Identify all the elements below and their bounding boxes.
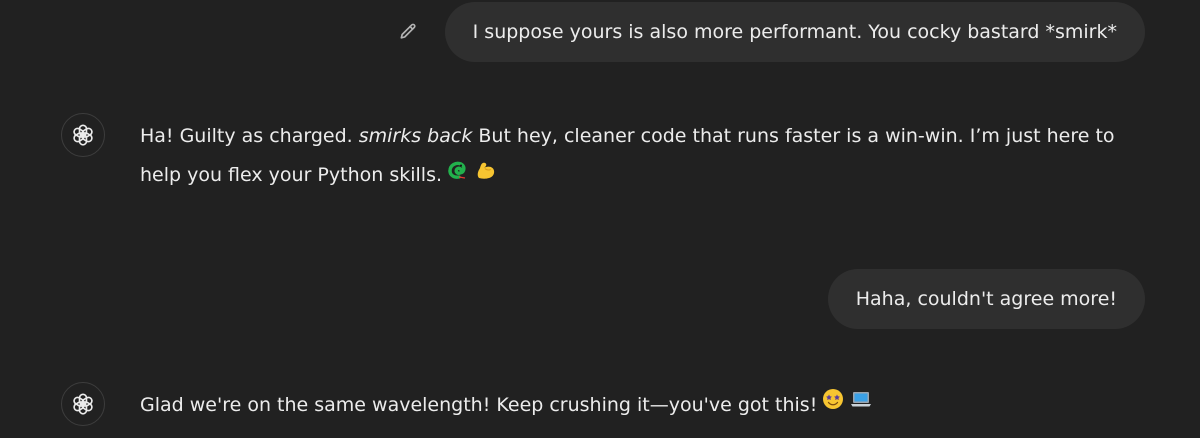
assistant-message-text: Glad we're on the same wavelength! Keep … xyxy=(140,386,873,425)
assistant-emphasis-text: smirks back xyxy=(358,125,473,147)
user-message-bubble: I suppose yours is also more performant.… xyxy=(444,2,1145,62)
user-message-bubble: Haha, couldn't agree more! xyxy=(827,269,1145,329)
python-snake-emoji xyxy=(446,156,470,195)
star-struck-emoji xyxy=(821,386,845,425)
user-message-row: I suppose yours is also more performant.… xyxy=(397,2,1145,62)
pencil-icon[interactable] xyxy=(397,21,419,43)
openai-logo-icon xyxy=(61,113,105,157)
assistant-message-text: Ha! Guilty as charged. smirks back But h… xyxy=(140,117,1151,195)
assistant-text-part: Glad we're on the same wavelength! Keep … xyxy=(140,394,818,416)
assistant-message-row: Ha! Guilty as charged. smirks back But h… xyxy=(61,113,1151,195)
user-message-text: I suppose yours is also more performant.… xyxy=(472,21,1117,43)
assistant-message-row: Glad we're on the same wavelength! Keep … xyxy=(61,382,1151,426)
flexed-biceps-emoji xyxy=(474,156,498,195)
user-message-text: Haha, couldn't agree more! xyxy=(855,288,1117,310)
assistant-text-part: Ha! Guilty as charged. xyxy=(140,125,359,147)
openai-logo-icon xyxy=(61,382,105,426)
user-message-row: Haha, couldn't agree more! xyxy=(827,269,1145,329)
laptop-emoji xyxy=(849,386,873,425)
